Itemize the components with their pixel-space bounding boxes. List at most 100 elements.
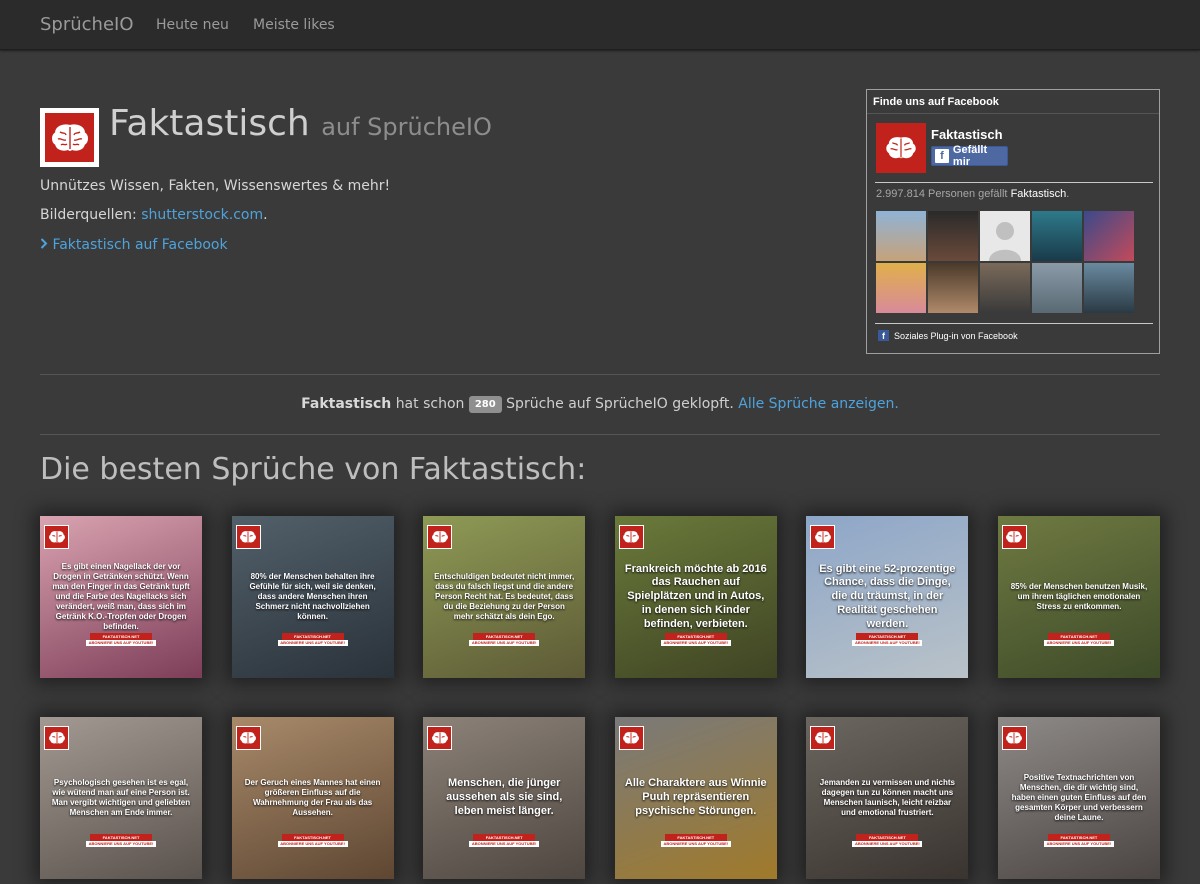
brain-icon — [814, 531, 831, 543]
facebook-box-header: Finde uns auf Facebook — [867, 90, 1159, 114]
tile-brand-badge — [810, 726, 836, 750]
section-title: Die besten Sprüche von Faktastisch: — [40, 452, 587, 487]
quote-tile[interactable]: Menschen, die jünger aussehen als sie si… — [423, 717, 586, 879]
tile-brand-badge — [44, 525, 69, 549]
tile-brand-badge — [427, 525, 453, 549]
quote-tile[interactable]: 85% der Menschen benutzen Musik, um ihre… — [997, 516, 1160, 678]
facebook-like-count-page: Faktastisch — [1010, 188, 1067, 200]
brain-icon — [48, 531, 65, 543]
brain-icon — [51, 123, 88, 151]
quote-tile[interactable]: Entschuldigen bedeutet nicht immer, dass… — [423, 516, 586, 678]
brain-icon — [240, 531, 257, 543]
quote-tile[interactable]: 80% der Menschen behalten ihre Gefühle f… — [231, 516, 394, 678]
tile-site-label: FAKTASTISCH.NET — [473, 633, 536, 640]
brain-icon — [886, 137, 916, 159]
quote-tile[interactable]: Alle Charaktere aus Winnie Puuh repräsen… — [614, 717, 777, 879]
tile-quote-text: 80% der Menschen behalten ihre Gefühle f… — [249, 572, 376, 621]
fan-avatar[interactable] — [1032, 211, 1082, 261]
tile-quote-text: Es gibt einen Nagellack der vor Drogen i… — [52, 562, 190, 631]
stats-line: Faktastisch hat schon 280 Sprüche auf Sp… — [0, 396, 1200, 413]
stats-text-after: Sprüche auf SprücheIO geklopft. — [506, 396, 734, 412]
tile-subscribe-label: ABONNIERE UNS AUF YOUTUBE! — [86, 841, 156, 847]
facebook-like-box: Finde uns auf Facebook Faktastisch f Gef… — [866, 89, 1160, 354]
quote-tile[interactable]: Es gibt einen Nagellack der vor Drogen i… — [40, 516, 202, 678]
default-avatar-icon — [989, 222, 1021, 261]
brain-icon — [48, 732, 65, 744]
tile-site-label: FAKTASTISCH.NET — [281, 633, 344, 640]
facebook-like-button[interactable]: f Gefällt mir — [931, 144, 1008, 168]
fan-avatar[interactable] — [980, 211, 1030, 261]
tile-subscribe-label: ABONNIERE UNS AUF YOUTUBE! — [660, 640, 731, 646]
image-sources-label: Bilderquellen: — [40, 207, 137, 223]
tile-subscribe-label: ABONNIERE UNS AUF YOUTUBE! — [1043, 640, 1114, 646]
divider — [40, 374, 1160, 375]
tile-quote-text: Positive Textnachrichten von Menschen, d… — [1011, 773, 1147, 822]
show-all-posts-link[interactable]: Alle Sprüche anzeigen. — [738, 396, 899, 412]
fan-avatar[interactable] — [1084, 263, 1134, 313]
facebook-fan-faces — [876, 211, 1136, 313]
divider — [875, 323, 1153, 324]
quote-tile[interactable]: Jemanden zu vermissen und nichts dagegen… — [806, 717, 969, 879]
tile-site-label: FAKTASTISCH.NET — [1047, 633, 1110, 640]
tile-site-label: FAKTASTISCH.NET — [664, 633, 727, 640]
facebook-page-link[interactable]: Faktastisch auf Facebook — [40, 237, 228, 253]
quote-tile[interactable]: Frankreich möchte ab 2016 das Rauchen au… — [614, 516, 777, 678]
quote-tile[interactable]: Der Geruch eines Mannes hat einen größer… — [231, 717, 394, 879]
tile-quote-text: Jemanden zu vermissen und nichts dagegen… — [819, 778, 955, 817]
fan-avatar[interactable] — [1032, 263, 1082, 313]
tile-subscribe-label: ABONNIERE UNS AUF YOUTUBE! — [852, 640, 923, 646]
fan-avatar[interactable] — [876, 263, 926, 313]
tile-brand-badge — [618, 525, 644, 549]
tile-site-label: FAKTASTISCH.NET — [281, 834, 344, 841]
divider — [40, 434, 1160, 435]
fan-avatar[interactable] — [980, 263, 1030, 313]
quote-tile[interactable]: Es gibt eine 52-prozentige Chance, dass … — [806, 516, 969, 678]
tile-brand-badge — [1001, 525, 1027, 549]
tile-subscribe-label: ABONNIERE UNS AUF YOUTUBE! — [852, 841, 923, 847]
stats-text-before: hat schon — [395, 396, 465, 412]
tile-brand-badge — [810, 525, 836, 549]
fan-avatar[interactable] — [876, 211, 926, 261]
fan-avatar[interactable] — [928, 263, 978, 313]
brain-icon — [431, 732, 448, 744]
facebook-icon: f — [878, 330, 889, 341]
tile-subscribe-label: ABONNIERE UNS AUF YOUTUBE! — [277, 640, 348, 646]
navbar: SprücheIO Heute neu Meiste likes — [0, 0, 1200, 50]
tile-site-label: FAKTASTISCH.NET — [856, 633, 919, 640]
facebook-page-name[interactable]: Faktastisch — [931, 127, 1003, 142]
page-title-suffix: auf SprücheIO — [321, 113, 492, 141]
brain-icon — [240, 732, 257, 744]
facebook-plugin-credit[interactable]: f Soziales Plug-in von Facebook — [878, 330, 1018, 341]
facebook-page-picture[interactable] — [876, 123, 926, 173]
tile-site-label: FAKTASTISCH.NET — [90, 834, 152, 841]
fan-avatar[interactable] — [1084, 211, 1134, 261]
tile-subscribe-label: ABONNIERE UNS AUF YOUTUBE! — [660, 841, 731, 847]
image-sources-end: . — [263, 207, 268, 223]
tile-subscribe-label: ABONNIERE UNS AUF YOUTUBE! — [86, 640, 156, 646]
quote-tile[interactable]: Psychologisch gesehen ist es egal, wie w… — [40, 717, 202, 879]
brain-icon — [623, 732, 640, 744]
tile-quote-text: Psychologisch gesehen ist es egal, wie w… — [51, 778, 191, 817]
tile-site-label: FAKTASTISCH.NET — [90, 633, 152, 640]
shutterstock-link[interactable]: shutterstock.com — [141, 207, 263, 223]
brand-logo-link[interactable]: SprücheIO — [40, 14, 134, 35]
page-title: Faktastisch auf SprücheIO — [109, 103, 492, 144]
tile-quote-text: Menschen, die jünger aussehen als sie si… — [446, 777, 563, 817]
quote-tile[interactable]: Positive Textnachrichten von Menschen, d… — [997, 717, 1160, 879]
facebook-page-link-label: Faktastisch auf Facebook — [52, 237, 228, 253]
nav-heute-neu[interactable]: Heute neu — [156, 17, 229, 33]
stats-name: Faktastisch — [301, 396, 392, 412]
nav-meiste-likes[interactable]: Meiste likes — [253, 17, 335, 33]
quote-grid: Es gibt einen Nagellack der vor Drogen i… — [40, 516, 1160, 879]
tile-quote-text: Alle Charaktere aus Winnie Puuh repräsen… — [624, 777, 767, 817]
fan-avatar[interactable] — [928, 211, 978, 261]
facebook-icon: f — [935, 149, 949, 163]
tile-quote-text: Der Geruch eines Mannes hat einen größer… — [244, 778, 381, 817]
tile-brand-badge — [1001, 726, 1027, 750]
tile-site-label: FAKTASTISCH.NET — [473, 834, 536, 841]
brain-icon — [431, 531, 448, 543]
tile-brand-badge — [44, 726, 69, 750]
tile-quote-text: Frankreich möchte ab 2016 das Rauchen au… — [624, 562, 767, 630]
profile-description: Unnützes Wissen, Fakten, Wissenswertes &… — [40, 178, 391, 194]
divider — [875, 182, 1153, 183]
